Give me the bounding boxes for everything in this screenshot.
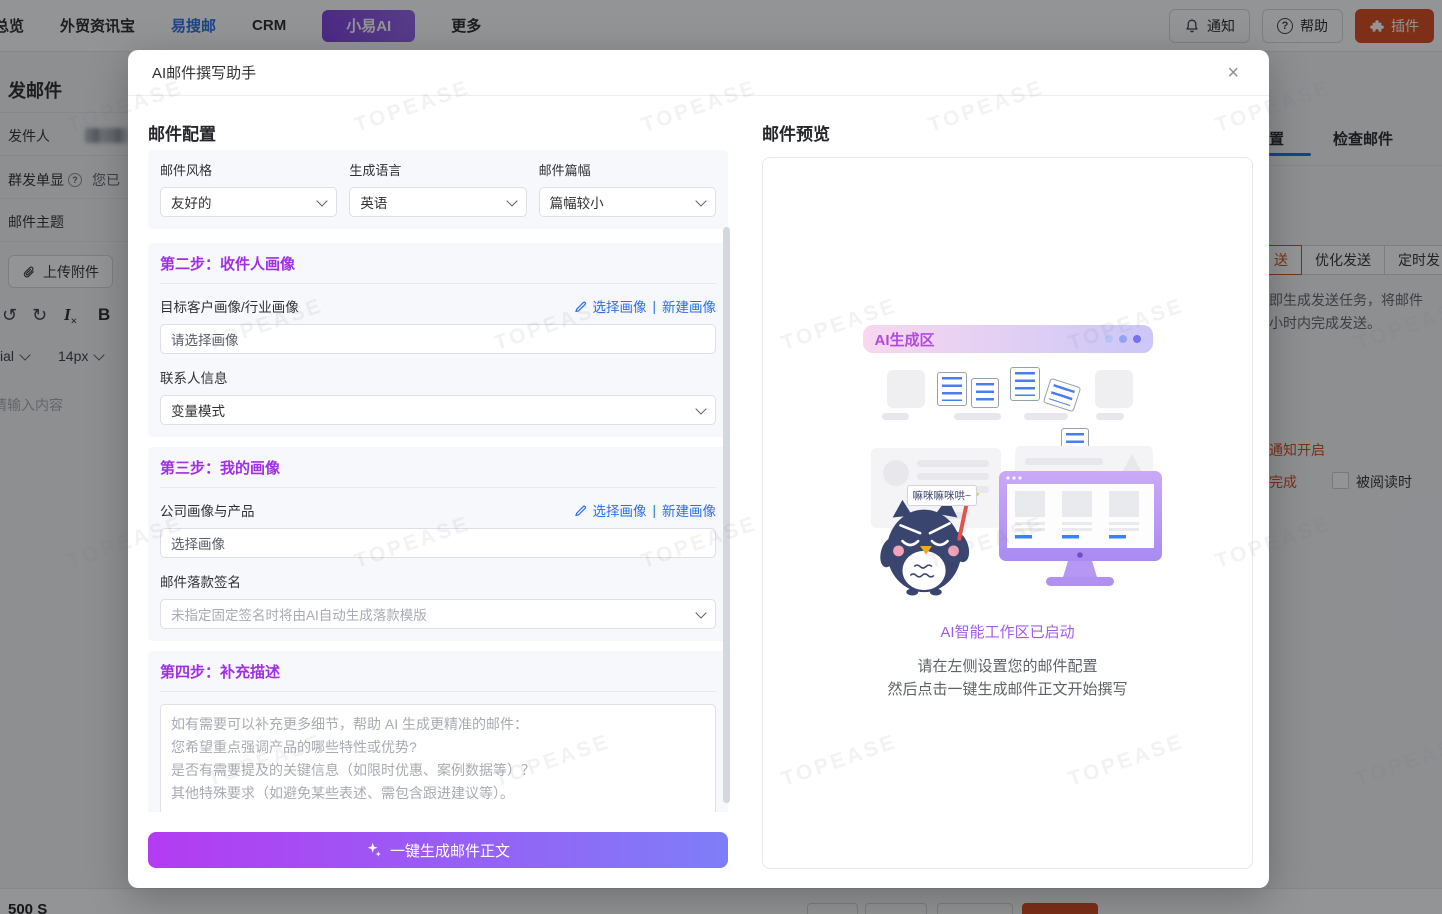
language-label: 生成语言 — [349, 160, 526, 179]
language-value: 英语 — [360, 192, 387, 212]
preview-hints: 请在左侧设置您的邮件配置 然后点击一键生成邮件正文开始撰写 — [887, 655, 1127, 701]
generate-email-label: 一键生成邮件正文 — [390, 840, 510, 861]
preview-heading: 邮件预览 — [762, 120, 1253, 145]
recipient-persona-panel: 第二步：收件人画像 目标客户画像/行业画像 选择画像 | 新建画像 — [148, 243, 728, 437]
chevron-down-icon — [695, 607, 706, 618]
select-persona-link[interactable]: 选择画像 — [592, 500, 646, 520]
close-icon[interactable]: × — [1221, 62, 1245, 84]
persona-links: 选择画像 | 新建画像 — [574, 500, 716, 520]
document-icon — [937, 372, 967, 406]
owl-speech-bubble: 嘛咪嘛咪哄~ — [907, 485, 978, 506]
signature-label: 邮件落款签名 — [160, 571, 716, 591]
step4-title: 第四步：补充描述 — [160, 661, 716, 692]
document-icon — [971, 378, 999, 408]
step3-title: 第三步：我的画像 — [160, 457, 716, 488]
signature-select[interactable]: 未指定固定签名时将由AI自动生成落款模版 — [160, 599, 716, 629]
placeholder-square — [887, 370, 925, 408]
window-dots-icon — [1105, 335, 1141, 343]
chevron-down-icon — [317, 195, 328, 206]
monitor-illustration — [998, 470, 1163, 595]
placeholder-line — [1096, 413, 1124, 420]
persona-links: 选择画像 | 新建画像 — [574, 296, 716, 316]
config-column: 邮件配置 邮件风格 友好的 生成语言 — [148, 120, 728, 145]
placeholder-line — [882, 413, 909, 420]
config-form: 邮件风格 友好的 生成语言 英语 邮件篇幅 — [148, 150, 728, 812]
ai-workspace-illustration: AI生成区 — [863, 325, 1153, 597]
contact-mode-value: 变量模式 — [171, 400, 225, 420]
length-value: 篇幅较小 — [550, 192, 604, 212]
preview-column: 邮件预览 AI生成区 — [762, 120, 1253, 869]
length-select[interactable]: 篇幅较小 — [539, 187, 716, 217]
target-persona-label: 目标客户画像/行业画像 — [160, 296, 299, 316]
link-separator: | — [652, 299, 656, 314]
mail-style-label: 邮件风格 — [160, 160, 337, 179]
step2-title: 第二步：收件人画像 — [160, 253, 716, 284]
mail-style-select[interactable]: 友好的 — [160, 187, 337, 217]
workspace-status-title: AI智能工作区已启动 — [940, 621, 1074, 642]
placeholder-line — [954, 413, 1001, 420]
language-select[interactable]: 英语 — [349, 187, 526, 217]
signature-placeholder: 未指定固定签名时将由AI自动生成落款模版 — [171, 604, 427, 624]
basic-options-panel: 邮件风格 友好的 生成语言 英语 邮件篇幅 — [148, 150, 728, 229]
description-textarea[interactable] — [171, 713, 705, 807]
edit-pen-icon — [574, 504, 587, 517]
extra-description-panel: 第四步：补充描述 0 / 500 — [148, 651, 728, 812]
chevron-down-icon — [695, 195, 706, 206]
length-label: 邮件篇幅 — [539, 160, 716, 179]
company-persona-label: 公司画像与产品 — [160, 500, 255, 520]
sparkle-icon — [366, 842, 382, 858]
select-persona-link[interactable]: 选择画像 — [592, 296, 646, 316]
preview-hint-line1: 请在左侧设置您的邮件配置 — [887, 655, 1127, 678]
contact-mode-select[interactable]: 变量模式 — [160, 395, 716, 425]
config-heading: 邮件配置 — [148, 120, 728, 145]
contact-info-label: 联系人信息 — [160, 367, 716, 387]
preview-box: AI生成区 — [762, 157, 1253, 869]
screen: 总览 外贸资讯宝 易搜邮 CRM 小易AI 更多 通知 ? 帮助 — [0, 0, 1442, 914]
modal-title: AI邮件撰写助手 — [152, 62, 256, 83]
ai-compose-modal: AI邮件撰写助手 × 邮件配置 邮件风格 友好的 — [128, 50, 1269, 888]
ai-zone-bar: AI生成区 — [863, 325, 1153, 353]
new-persona-link[interactable]: 新建画像 — [662, 500, 716, 520]
form-scrollbar[interactable] — [723, 227, 730, 803]
my-persona-panel: 第三步：我的画像 公司画像与产品 选择画像 | 新建画像 邮 — [148, 447, 728, 641]
generate-email-button[interactable]: 一键生成邮件正文 — [148, 832, 728, 868]
ai-zone-label: AI生成区 — [875, 329, 935, 350]
chevron-down-icon — [506, 195, 517, 206]
document-icon — [1010, 367, 1040, 401]
document-icon-tilted — [1042, 378, 1080, 413]
new-persona-link[interactable]: 新建画像 — [662, 296, 716, 316]
mail-style-value: 友好的 — [171, 192, 212, 212]
preview-hint-line2: 然后点击一键生成邮件正文开始撰写 — [887, 678, 1127, 701]
chevron-down-icon — [695, 403, 706, 414]
description-textarea-wrap: 0 / 500 — [160, 704, 716, 812]
link-separator: | — [652, 503, 656, 518]
owl-mascot-illustration — [873, 490, 981, 598]
edit-pen-icon — [574, 300, 587, 313]
target-persona-input[interactable] — [160, 324, 716, 354]
placeholder-square — [1095, 370, 1133, 408]
placeholder-line — [1024, 413, 1068, 420]
company-persona-input[interactable] — [160, 528, 716, 558]
modal-header: AI邮件撰写助手 × — [128, 50, 1269, 96]
